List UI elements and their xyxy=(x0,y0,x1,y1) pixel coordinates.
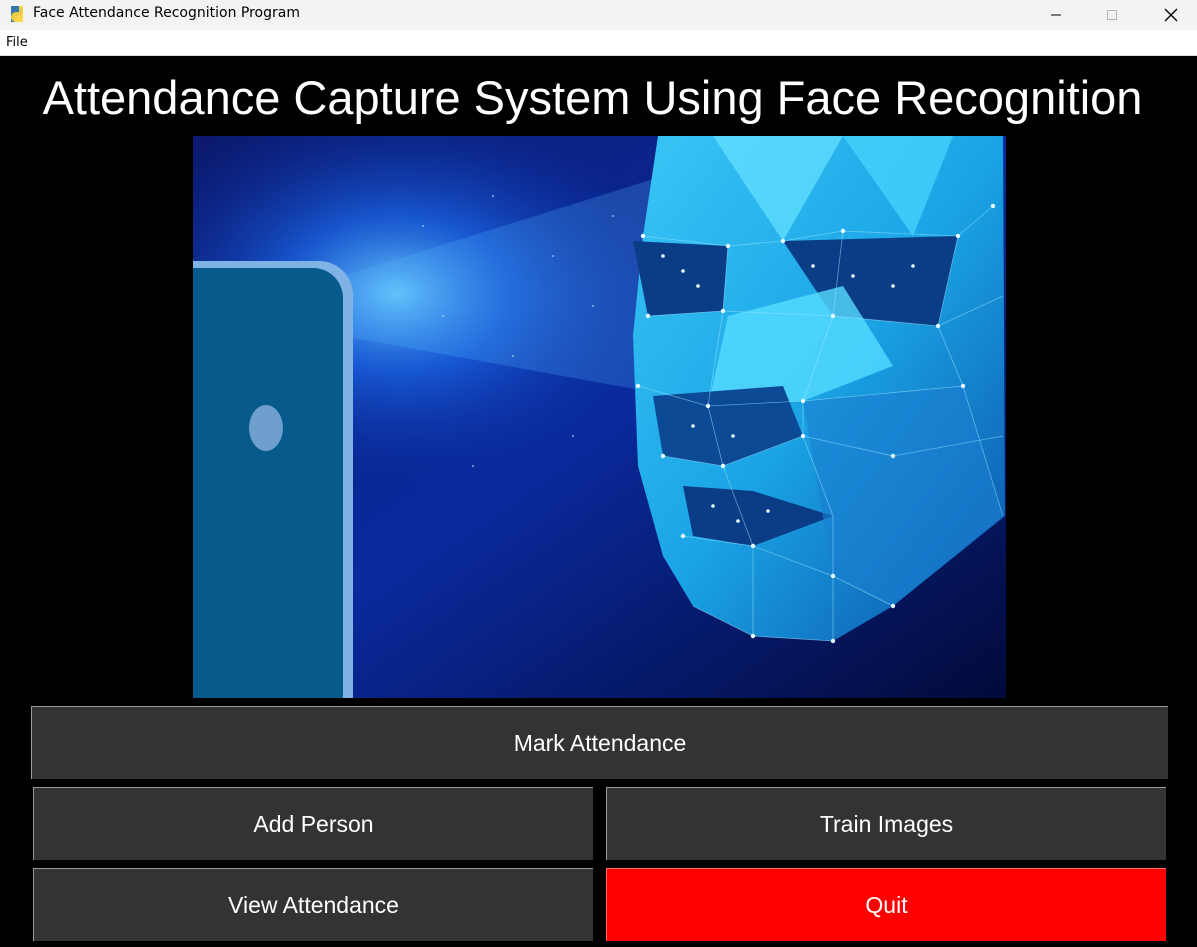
title-bar: Face Attendance Recognition Program xyxy=(0,0,1197,30)
maximize-button[interactable] xyxy=(1089,0,1135,30)
close-icon xyxy=(1164,8,1178,22)
menu-bar: File xyxy=(0,30,1197,56)
view-attendance-button[interactable]: View Attendance xyxy=(33,868,593,941)
window-title: Face Attendance Recognition Program xyxy=(33,5,300,21)
maximize-icon xyxy=(1107,10,1117,20)
minimize-icon xyxy=(1051,14,1061,16)
add-person-button[interactable]: Add Person xyxy=(33,787,593,860)
mark-attendance-button[interactable]: Mark Attendance xyxy=(31,706,1168,779)
minimize-button[interactable] xyxy=(1033,0,1079,30)
close-button[interactable] xyxy=(1148,0,1194,30)
train-images-button[interactable]: Train Images xyxy=(606,787,1166,860)
face-recognition-illustration xyxy=(193,136,1006,698)
page-title: Attendance Capture System Using Face Rec… xyxy=(42,71,1143,124)
quit-button[interactable]: Quit xyxy=(606,868,1166,941)
app-icon xyxy=(11,6,23,22)
hero-image xyxy=(193,136,1006,698)
menu-file[interactable]: File xyxy=(6,35,28,50)
